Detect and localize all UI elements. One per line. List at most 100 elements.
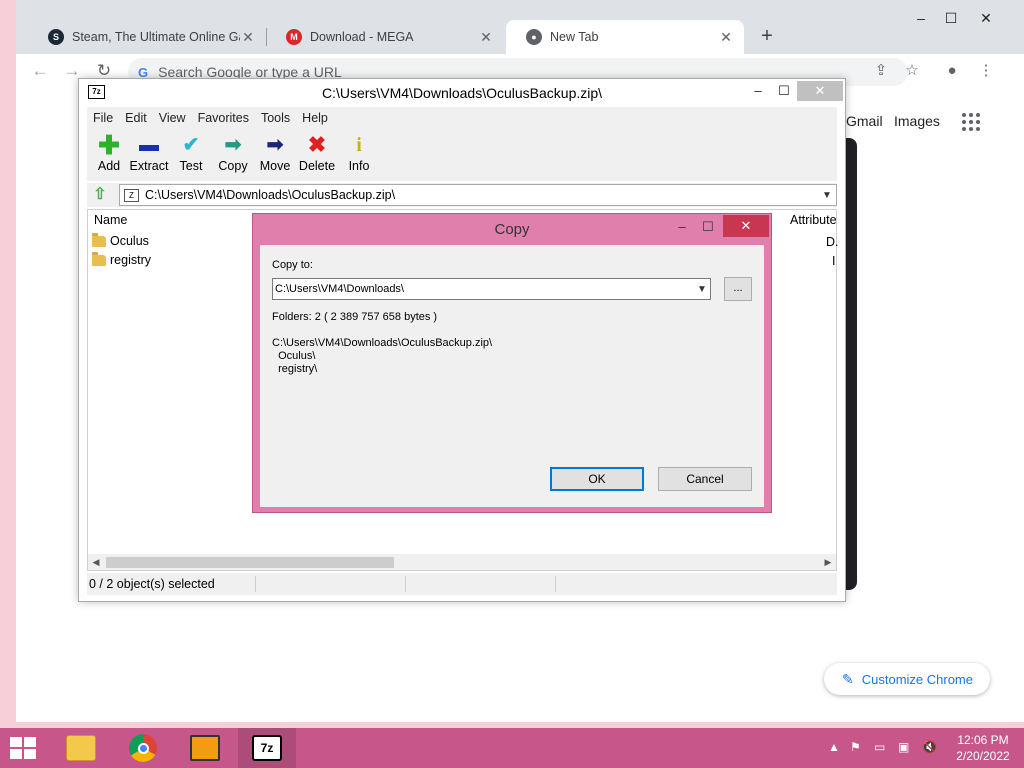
destination-combo[interactable]: C:\Users\VM4\Downloads\ ▼ [272, 278, 711, 300]
menu-dots-icon[interactable]: ⋮ [976, 62, 996, 80]
delete-button[interactable]: ✖ Delete [295, 133, 339, 179]
chevron-down-icon[interactable]: ▼ [694, 284, 710, 295]
menu-view[interactable]: View [159, 111, 186, 125]
extract-icon: ▬ [139, 134, 159, 156]
copy-icon: ➡ [224, 134, 242, 156]
minimize-icon[interactable]: – [669, 217, 695, 237]
ok-button[interactable]: OK [550, 467, 644, 491]
extract-label: Extract [129, 159, 169, 173]
sevenzip-toolbar: ✚ Add ▬ Extract ✔ Test ➡ Copy ➡ Move ✖ D… [87, 129, 837, 181]
up-folder-icon[interactable]: ⇧ [91, 186, 109, 204]
info-label: Info [348, 159, 370, 173]
cancel-button[interactable]: Cancel [658, 467, 752, 491]
file-attr: I [832, 254, 836, 268]
horizontal-scrollbar[interactable]: ◀ ▶ [88, 554, 836, 570]
maximize-icon[interactable]: ☐ [936, 8, 966, 28]
monitor-icon [190, 735, 220, 761]
zip-icon: Z [124, 188, 139, 202]
menu-bar: File Edit View Favorites Tools Help [87, 107, 837, 129]
close-icon[interactable]: ✕ [478, 29, 494, 46]
info-button[interactable]: i Info [337, 133, 381, 179]
clock[interactable]: 12:06 PM 2/20/2022 [950, 732, 1016, 764]
scroll-left-icon[interactable]: ◀ [88, 554, 104, 570]
taskbar: 7z ▲ ⚑ ▭ ▣ 🔇 12:06 PM 2/20/2022 [0, 728, 1024, 768]
scroll-right-icon[interactable]: ▶ [820, 554, 836, 570]
gmail-link[interactable]: Gmail [846, 113, 883, 129]
chevron-up-icon[interactable]: ▲ [828, 740, 840, 756]
folder-icon [66, 735, 96, 761]
share-icon[interactable]: ⇪ [871, 62, 891, 80]
chrome-icon [129, 734, 157, 762]
tab-strip: S Steam, The Ultimate Online Gam ✕ M Dow… [16, 0, 1024, 54]
folder-icon [92, 251, 106, 266]
browse-button[interactable]: ... [724, 277, 752, 301]
google-apps-icon[interactable] [962, 113, 980, 131]
test-icon: ✔ [182, 134, 200, 156]
tab-mega[interactable]: M Download - MEGA ✕ [266, 20, 504, 54]
close-window-icon[interactable]: ✕ [971, 8, 1001, 28]
close-icon[interactable]: ✕ [723, 215, 769, 237]
folders-info: Folders: 2 ( 2 389 757 658 bytes ) [272, 311, 438, 323]
monitor-tray-icon[interactable]: ▭ [874, 740, 885, 756]
address-combo[interactable]: Z C:\Users\VM4\Downloads\OculusBackup.zi… [119, 184, 837, 206]
bookmark-star-icon[interactable]: ☆ [902, 62, 922, 80]
column-header-name[interactable]: Name [94, 210, 127, 230]
add-button[interactable]: ✚ Add [87, 130, 131, 179]
maximize-icon[interactable]: ☐ [769, 81, 799, 101]
copy-button[interactable]: ➡ Copy [211, 133, 255, 179]
move-label: Move [259, 159, 291, 173]
address-path: C:\Users\VM4\Downloads\OculusBackup.zip\ [145, 188, 396, 202]
network-icon[interactable]: ▣ [898, 740, 909, 756]
flag-icon[interactable]: ⚑ [850, 740, 861, 756]
extract-button[interactable]: ▬ Extract [127, 133, 171, 179]
file-attr: D. [826, 235, 839, 249]
add-label: Add [97, 159, 121, 173]
menu-edit[interactable]: Edit [125, 111, 147, 125]
menu-file[interactable]: File [93, 111, 113, 125]
tab-title: Download - MEGA [310, 30, 414, 44]
sevenzip-title: C:\Users\VM4\Downloads\OculusBackup.zip\ [321, 85, 603, 101]
move-icon: ➡ [266, 134, 284, 156]
menu-tools[interactable]: Tools [261, 111, 290, 125]
destination-value: C:\Users\VM4\Downloads\ [275, 283, 404, 295]
maximize-icon[interactable]: ☐ [695, 217, 721, 237]
file-name: registry [110, 253, 151, 267]
folder-icon [92, 232, 106, 247]
close-icon[interactable]: ✕ [797, 81, 843, 101]
address-bar: ⇧ Z C:\Users\VM4\Downloads\OculusBackup.… [87, 183, 837, 207]
taskbar-chrome[interactable] [114, 728, 172, 768]
taskbar-7zip[interactable]: 7z [238, 728, 296, 768]
copy-dialog: Copy – ☐ ✕ Copy to: C:\Users\VM4\Downloa… [252, 213, 772, 513]
tab-steam[interactable]: S Steam, The Ultimate Online Gam ✕ [28, 20, 266, 54]
back-icon[interactable]: ← [28, 60, 52, 82]
close-icon[interactable]: ✕ [240, 29, 256, 46]
menu-favorites[interactable]: Favorites [198, 111, 249, 125]
status-text: 0 / 2 object(s) selected [89, 577, 215, 591]
menu-help[interactable]: Help [302, 111, 328, 125]
customize-chrome-button[interactable]: ✎ Customize Chrome [824, 663, 990, 695]
taskbar-monitor-app[interactable] [176, 728, 234, 768]
list-item[interactable]: registry [92, 251, 151, 269]
taskbar-file-explorer[interactable] [52, 728, 110, 768]
profile-icon[interactable]: ● [942, 62, 962, 80]
tab-title: New Tab [550, 30, 599, 44]
list-item[interactable]: Oculus [92, 232, 149, 250]
pencil-icon: ✎ [842, 670, 854, 687]
new-tab-button[interactable]: + [754, 24, 780, 48]
windows-start-icon[interactable] [10, 737, 38, 759]
tab-title: Steam, The Ultimate Online Gam [72, 30, 240, 44]
move-button[interactable]: ➡ Move [253, 133, 297, 179]
test-button[interactable]: ✔ Test [169, 133, 213, 179]
images-link[interactable]: Images [894, 113, 940, 129]
status-divider [255, 576, 256, 592]
column-header-attributes[interactable]: Attribute [790, 210, 837, 230]
add-icon: ✚ [98, 130, 120, 160]
7zip-icon: 7z [252, 735, 282, 761]
chevron-down-icon[interactable]: ▼ [822, 190, 836, 201]
scroll-thumb[interactable] [106, 557, 394, 568]
close-icon[interactable]: ✕ [718, 29, 734, 46]
minimize-icon[interactable]: – [906, 8, 936, 28]
tab-new-tab[interactable]: ● New Tab ✕ [506, 20, 744, 54]
delete-icon: ✖ [307, 132, 327, 157]
volume-muted-icon[interactable]: 🔇 [922, 740, 937, 756]
